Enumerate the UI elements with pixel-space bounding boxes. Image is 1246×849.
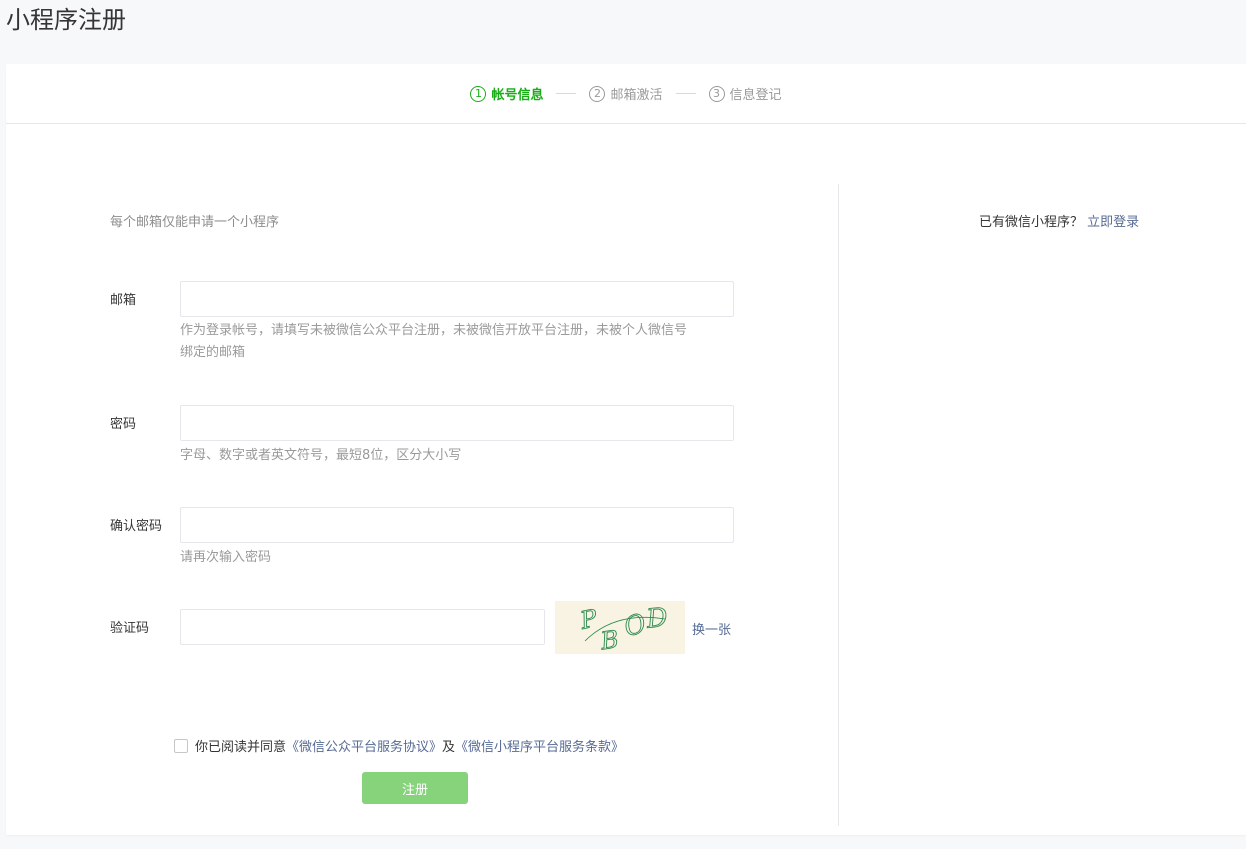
step-number-1: 1 xyxy=(470,85,487,102)
captcha-char: D xyxy=(644,603,669,635)
step-label: 帐号信息 xyxy=(491,88,544,103)
captcha-char: B xyxy=(598,625,620,654)
login-link[interactable]: 立即登录 xyxy=(1087,215,1139,230)
password-hint: 字母、数字或者英文符号，最短8位，区分大小写 xyxy=(180,448,462,463)
step-number-2: 2 xyxy=(589,85,606,102)
step-connector xyxy=(675,93,696,94)
step-info-registration: 3 信息登记 xyxy=(708,84,782,103)
email-field[interactable] xyxy=(180,281,734,317)
platform-service-agreement-link[interactable]: 《微信公众平台服务协议》 xyxy=(286,736,442,755)
step-number-3: 3 xyxy=(708,85,725,102)
email-hint-line2: 绑定的邮箱 xyxy=(180,345,246,360)
password-field[interactable] xyxy=(180,405,734,441)
agreement-prefix: 你已阅读并同意 xyxy=(195,740,287,755)
step-account-info: 1 帐号信息 xyxy=(470,84,543,103)
register-button[interactable]: 注册 xyxy=(362,772,468,804)
existing-account-text: 已有微信小程序？ xyxy=(979,215,1084,230)
page-title: 小程序注册 xyxy=(6,6,126,34)
form-tip: 每个邮箱仅能申请一个小程序 xyxy=(110,215,280,230)
email-hint-line1: 作为登录帐号，请填写未被微信公众平台注册，未被微信开放平台注册，未被个人微信号 xyxy=(180,323,688,338)
confirm-password-label: 确认密码 xyxy=(110,519,163,534)
step-connector xyxy=(556,93,577,94)
agreement-row: 你已阅读并同意 《微信公众平台服务协议》 及 《微信小程序平台服务条款》 xyxy=(174,736,624,755)
confirm-password-field[interactable] xyxy=(180,507,734,543)
captcha-glyphs: P B O D xyxy=(576,602,669,656)
register-card: 1 帐号信息 2 邮箱激活 3 信息登记 每个邮箱仅能申请一个小程序 邮箱 作为… xyxy=(6,64,1246,835)
step-email-activation: 2 邮箱激活 xyxy=(589,84,663,103)
step-indicator: 1 帐号信息 2 邮箱激活 3 信息登记 xyxy=(6,64,1246,124)
captcha-field[interactable] xyxy=(180,609,545,645)
step-label: 邮箱激活 xyxy=(610,88,663,103)
change-captcha-link[interactable]: 换一张 xyxy=(692,619,731,638)
password-label: 密码 xyxy=(110,417,137,432)
captcha-label: 验证码 xyxy=(110,621,150,636)
step-label: 信息登记 xyxy=(729,88,782,103)
miniprogram-service-terms-link[interactable]: 《微信小程序平台服务条款》 xyxy=(455,736,624,755)
captcha-char: P xyxy=(577,604,600,635)
existing-account-tip: 已有微信小程序？ 立即登录 xyxy=(979,211,1139,230)
captcha-image[interactable]: P B O D xyxy=(555,601,685,656)
agreement-middle: 及 xyxy=(442,740,456,755)
email-hint: 作为登录帐号，请填写未被微信公众平台注册，未被微信开放平台注册，未被个人微信号 … xyxy=(180,320,740,364)
agreement-checkbox[interactable] xyxy=(174,738,188,753)
confirm-password-hint: 请再次输入密码 xyxy=(180,550,272,565)
email-label: 邮箱 xyxy=(110,293,137,308)
vertical-divider xyxy=(838,184,839,826)
